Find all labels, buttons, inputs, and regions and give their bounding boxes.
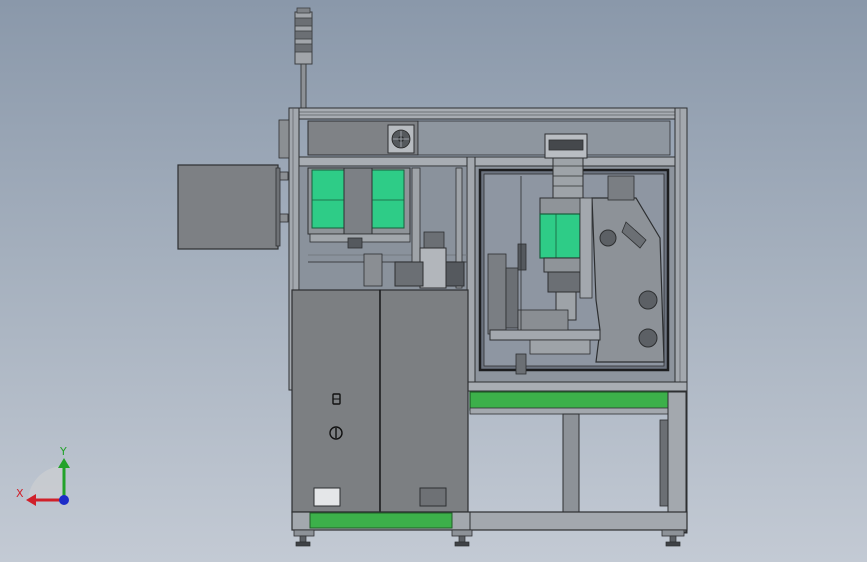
coordinate-triad-icon[interactable]: Y X (16, 445, 70, 506)
lower-cabinet (291, 289, 469, 513)
cad-viewport[interactable]: Y X (0, 0, 867, 562)
base-frame (291, 511, 688, 537)
y-axis-label: Y (59, 445, 67, 458)
electrical-cabinet (177, 164, 289, 250)
cooling-fan-icon (387, 124, 415, 154)
z-axis-dot (59, 495, 69, 505)
upper-header-panel (307, 120, 671, 156)
x-axis-label: X (16, 487, 24, 500)
green-material-bins (307, 167, 411, 243)
work-table (469, 391, 687, 533)
leveling-feet (295, 535, 681, 547)
signal-tower (294, 7, 313, 111)
